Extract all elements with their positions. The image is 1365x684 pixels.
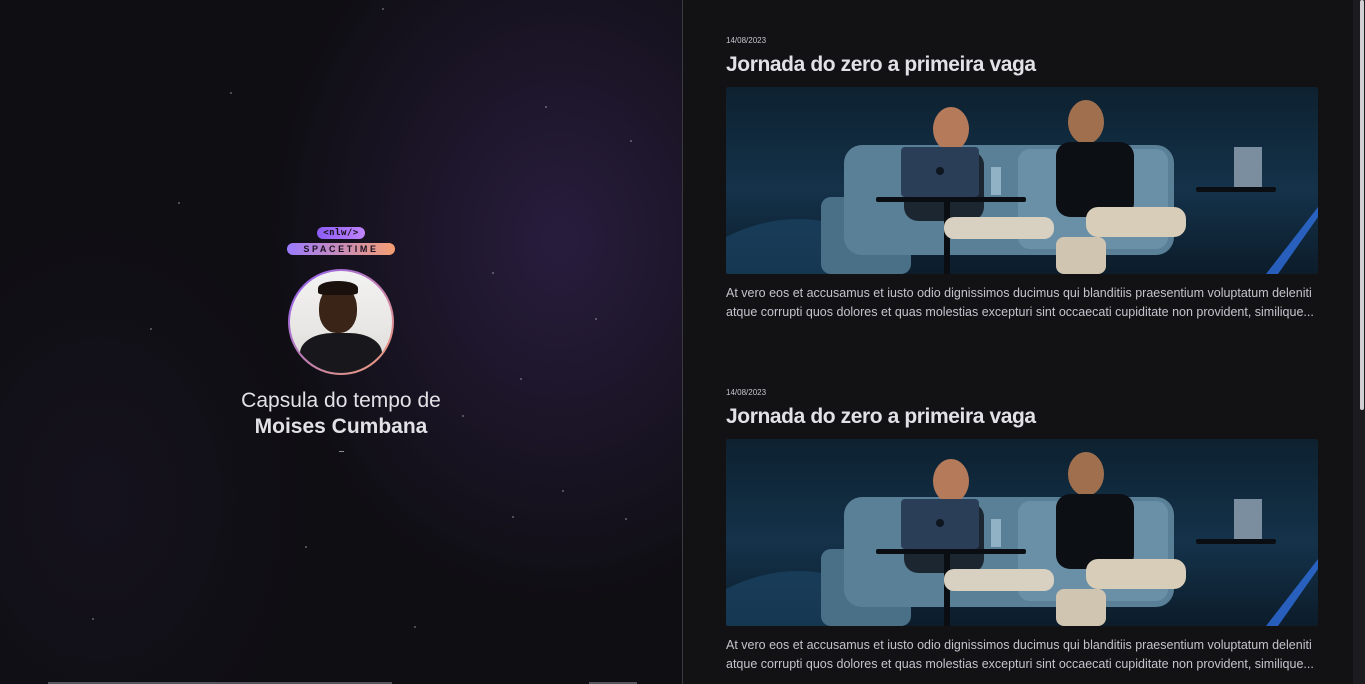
memory-date: 14/08/2023 — [726, 36, 767, 45]
memories-feed[interactable]: 14/08/2023 Jornada do zero a primeira va… — [683, 0, 1353, 684]
nlw-badge: <nlw/> — [317, 227, 365, 239]
memory-title: Jornada do zero a primeira vaga — [726, 405, 1036, 428]
memory-card: 14/08/2023 Jornada do zero a primeira va… — [726, 36, 1318, 322]
avatar[interactable] — [288, 269, 394, 375]
hero-subtitle: Capsula do tempo de — [241, 389, 441, 412]
user-photo-icon — [290, 271, 392, 373]
vertical-scrollbar[interactable] — [1353, 0, 1365, 684]
memory-card: 14/08/2023 Jornada do zero a primeira va… — [726, 388, 1318, 674]
stage-photo-icon — [726, 439, 1318, 626]
hero-panel: <nlw/> SPACETIME Capsula do tempo de Moi… — [0, 0, 682, 684]
memory-excerpt: At vero eos et accusamus et iusto odio d… — [726, 638, 1314, 671]
stage-photo-icon — [726, 87, 1318, 274]
hero-heading: Capsula do tempo de Moises Cumbana — [0, 389, 682, 439]
spacetime-wordmark: SPACETIME — [287, 243, 395, 255]
spacetime-logo: <nlw/> SPACETIME — [287, 222, 395, 258]
divider-dash — [339, 451, 344, 452]
user-name: Moises Cumbana — [254, 415, 428, 438]
memory-date: 14/08/2023 — [726, 388, 767, 397]
memory-excerpt: At vero eos et accusamus et iusto odio d… — [726, 286, 1314, 319]
memory-title: Jornada do zero a primeira vaga — [726, 53, 1036, 76]
scrollbar-thumb[interactable] — [1360, 0, 1364, 410]
